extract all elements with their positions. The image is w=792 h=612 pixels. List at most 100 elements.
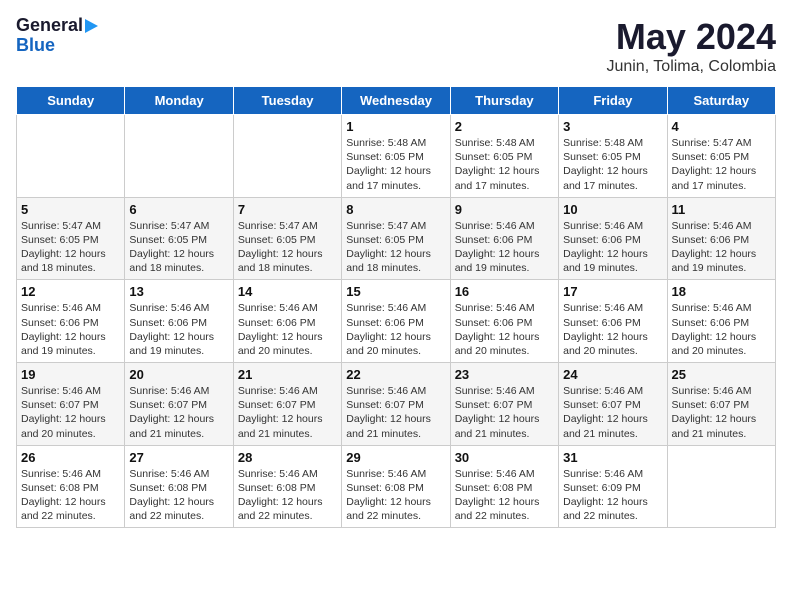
calendar-cell: 1Sunrise: 5:48 AM Sunset: 6:05 PM Daylig…: [342, 115, 450, 198]
calendar-cell: [667, 445, 775, 528]
day-info: Sunrise: 5:46 AM Sunset: 6:09 PM Dayligh…: [563, 467, 662, 524]
calendar-cell: 14 Sunrise: 5:46 AM Sunset: 6:06 PM Dayli…: [233, 280, 341, 363]
days-of-week-row: SundayMondayTuesdayWednesdayThursdayFrid…: [17, 87, 776, 115]
day-info: Sunrise: 5:46 AM Sunset: 6:07 PM Dayligh…: [346, 384, 445, 441]
day-info: Sunrise: 5:46 AM Sunset: 6:06 PM Dayligh…: [672, 301, 771, 358]
title-block: May 2024 Junin, Tolima, Colombia: [606, 16, 776, 76]
day-info: Sunrise: 5:46 AM Sunset: 6:07 PM Dayligh…: [129, 384, 228, 441]
day-number: 5: [21, 202, 120, 217]
subtitle: Junin, Tolima, Colombia: [606, 58, 776, 76]
day-info: Sunrise: 5:46 AM Sunset: 6:08 PM Dayligh…: [455, 467, 554, 524]
day-number: 11: [672, 202, 771, 217]
day-number: 16: [455, 284, 554, 299]
day-number: 8: [346, 202, 445, 217]
calendar-header: SundayMondayTuesdayWednesdayThursdayFrid…: [17, 87, 776, 115]
calendar-cell: 27 Sunrise: 5:46 AM Sunset: 6:08 PM Dayli…: [125, 445, 233, 528]
calendar-cell: 9 Sunrise: 5:46 AM Sunset: 6:06 PM Daylig…: [450, 197, 558, 280]
day-info: Sunrise: 5:47 AM Sunset: 6:05 PM Dayligh…: [21, 219, 120, 276]
logo-general-text: General: [16, 16, 83, 36]
calendar-cell: 29 Sunrise: 5:46 AM Sunset: 6:08 PM Dayli…: [342, 445, 450, 528]
day-header-sunday: Sunday: [17, 87, 125, 115]
day-number: 31: [563, 450, 662, 465]
calendar-cell: 11Sunrise: 5:46 AM Sunset: 6:06 PM Dayli…: [667, 197, 775, 280]
day-number: 29: [346, 450, 445, 465]
calendar-cell: 7Sunrise: 5:47 AM Sunset: 6:05 PM Daylig…: [233, 197, 341, 280]
day-number: 6: [129, 202, 228, 217]
day-number: 13: [129, 284, 228, 299]
day-info: Sunrise: 5:46 AM Sunset: 6:06 PM Dayligh…: [563, 219, 662, 276]
calendar-cell: 31 Sunrise: 5:46 AM Sunset: 6:09 PM Dayli…: [559, 445, 667, 528]
calendar-cell: 10 Sunrise: 5:46 AM Sunset: 6:06 PM Dayli…: [559, 197, 667, 280]
calendar-cell: [17, 115, 125, 198]
day-number: 14: [238, 284, 337, 299]
day-number: 9: [455, 202, 554, 217]
main-title: May 2024: [606, 16, 776, 58]
calendar-cell: 16 Sunrise: 5:46 AM Sunset: 6:06 PM Dayli…: [450, 280, 558, 363]
day-number: 27: [129, 450, 228, 465]
calendar-cell: [233, 115, 341, 198]
day-number: 22: [346, 367, 445, 382]
day-info: Sunrise: 5:46 AM Sunset: 6:07 PM Dayligh…: [563, 384, 662, 441]
day-info: Sunrise: 5:46 AM Sunset: 6:08 PM Dayligh…: [346, 467, 445, 524]
day-info: Sunrise: 5:46 AM Sunset: 6:07 PM Dayligh…: [21, 384, 120, 441]
day-info: Sunrise: 5:46 AM Sunset: 6:06 PM Dayligh…: [455, 219, 554, 276]
day-header-friday: Friday: [559, 87, 667, 115]
calendar-cell: 23 Sunrise: 5:46 AM Sunset: 6:07 PM Dayli…: [450, 363, 558, 446]
calendar-cell: [125, 115, 233, 198]
logo-triangle-icon: [85, 19, 98, 33]
calendar-cell: 4Sunrise: 5:47 AM Sunset: 6:05 PM Daylig…: [667, 115, 775, 198]
day-info: Sunrise: 5:46 AM Sunset: 6:06 PM Dayligh…: [238, 301, 337, 358]
day-number: 10: [563, 202, 662, 217]
calendar-cell: 15 Sunrise: 5:46 AM Sunset: 6:06 PM Dayli…: [342, 280, 450, 363]
calendar-cell: 17Sunrise: 5:46 AM Sunset: 6:06 PM Dayli…: [559, 280, 667, 363]
day-header-wednesday: Wednesday: [342, 87, 450, 115]
day-header-thursday: Thursday: [450, 87, 558, 115]
day-info: Sunrise: 5:47 AM Sunset: 6:05 PM Dayligh…: [238, 219, 337, 276]
day-number: 3: [563, 119, 662, 134]
day-number: 15: [346, 284, 445, 299]
calendar-cell: 24 Sunrise: 5:46 AM Sunset: 6:07 PM Dayli…: [559, 363, 667, 446]
day-number: 26: [21, 450, 120, 465]
day-number: 23: [455, 367, 554, 382]
day-info: Sunrise: 5:47 AM Sunset: 6:05 PM Dayligh…: [129, 219, 228, 276]
day-info: Sunrise: 5:46 AM Sunset: 6:07 PM Dayligh…: [238, 384, 337, 441]
calendar-cell: 3 Sunrise: 5:48 AM Sunset: 6:05 PM Daylig…: [559, 115, 667, 198]
day-number: 20: [129, 367, 228, 382]
page-header: General Blue May 2024 Junin, Tolima, Col…: [16, 16, 776, 76]
day-info: Sunrise: 5:48 AM Sunset: 6:05 PM Dayligh…: [563, 136, 662, 193]
day-info: Sunrise: 5:46 AM Sunset: 6:06 PM Dayligh…: [21, 301, 120, 358]
day-number: 1: [346, 119, 445, 134]
calendar-cell: 20 Sunrise: 5:46 AM Sunset: 6:07 PM Dayli…: [125, 363, 233, 446]
day-number: 24: [563, 367, 662, 382]
calendar-cell: 13 Sunrise: 5:46 AM Sunset: 6:06 PM Dayli…: [125, 280, 233, 363]
logo-blue-text: Blue: [16, 36, 98, 56]
day-number: 19: [21, 367, 120, 382]
calendar-cell: 8 Sunrise: 5:47 AM Sunset: 6:05 PM Daylig…: [342, 197, 450, 280]
calendar-cell: 2Sunrise: 5:48 AM Sunset: 6:05 PM Daylig…: [450, 115, 558, 198]
day-info: Sunrise: 5:46 AM Sunset: 6:06 PM Dayligh…: [346, 301, 445, 358]
calendar-cell: 22 Sunrise: 5:46 AM Sunset: 6:07 PM Dayli…: [342, 363, 450, 446]
day-info: Sunrise: 5:46 AM Sunset: 6:07 PM Dayligh…: [455, 384, 554, 441]
week-row-4: 19 Sunrise: 5:46 AM Sunset: 6:07 PM Dayli…: [17, 363, 776, 446]
day-info: Sunrise: 5:46 AM Sunset: 6:08 PM Dayligh…: [238, 467, 337, 524]
day-info: Sunrise: 5:47 AM Sunset: 6:05 PM Dayligh…: [672, 136, 771, 193]
day-info: Sunrise: 5:46 AM Sunset: 6:08 PM Dayligh…: [129, 467, 228, 524]
day-info: Sunrise: 5:46 AM Sunset: 6:07 PM Dayligh…: [672, 384, 771, 441]
day-info: Sunrise: 5:48 AM Sunset: 6:05 PM Dayligh…: [455, 136, 554, 193]
calendar-table: SundayMondayTuesdayWednesdayThursdayFrid…: [16, 86, 776, 528]
calendar-body: 1 Sunrise: 5:48 AM Sunset: 6:05 PM Daylig…: [17, 115, 776, 528]
calendar-cell: 26Sunrise: 5:46 AM Sunset: 6:08 PM Dayli…: [17, 445, 125, 528]
week-row-3: 12Sunrise: 5:46 AM Sunset: 6:06 PM Dayli…: [17, 280, 776, 363]
day-number: 28: [238, 450, 337, 465]
calendar-cell: 12Sunrise: 5:46 AM Sunset: 6:06 PM Dayli…: [17, 280, 125, 363]
day-info: Sunrise: 5:47 AM Sunset: 6:05 PM Dayligh…: [346, 219, 445, 276]
day-info: Sunrise: 5:46 AM Sunset: 6:06 PM Dayligh…: [129, 301, 228, 358]
day-number: 18: [672, 284, 771, 299]
day-number: 17: [563, 284, 662, 299]
calendar-cell: 18 Sunrise: 5:46 AM Sunset: 6:06 PM Dayli…: [667, 280, 775, 363]
week-row-2: 5 Sunrise: 5:47 AM Sunset: 6:05 PM Daylig…: [17, 197, 776, 280]
week-row-1: 1 Sunrise: 5:48 AM Sunset: 6:05 PM Daylig…: [17, 115, 776, 198]
calendar-cell: 30Sunrise: 5:46 AM Sunset: 6:08 PM Dayli…: [450, 445, 558, 528]
day-info: Sunrise: 5:46 AM Sunset: 6:06 PM Dayligh…: [455, 301, 554, 358]
calendar-cell: 5 Sunrise: 5:47 AM Sunset: 6:05 PM Daylig…: [17, 197, 125, 280]
